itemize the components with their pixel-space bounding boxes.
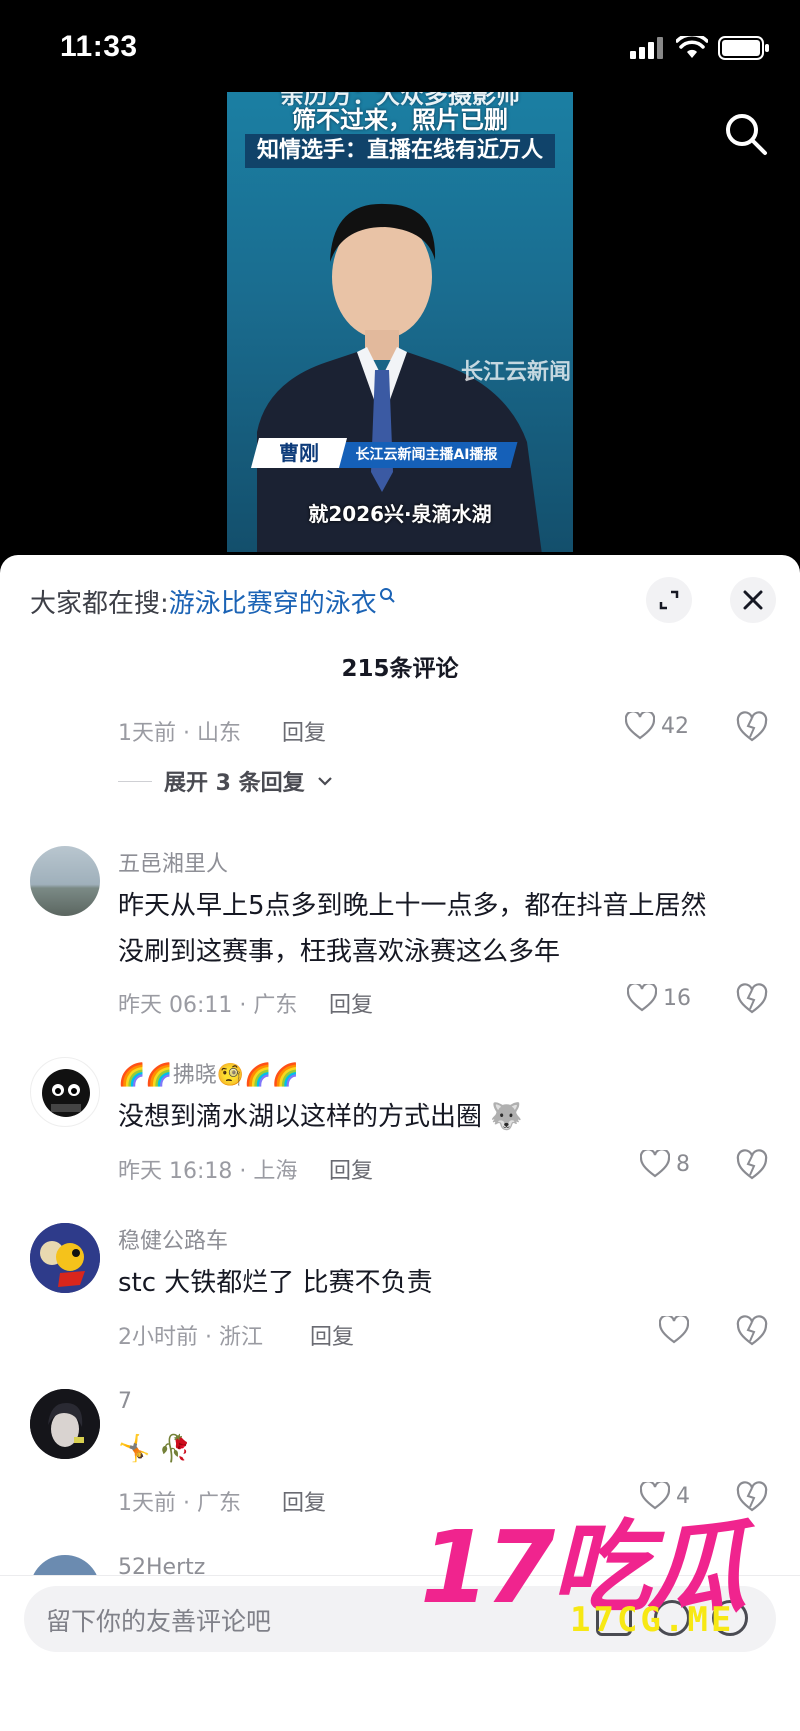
reply-button[interactable]: 回复 (282, 715, 326, 747)
anchor-org-banner: 长江云新闻主播AI播报 (335, 442, 518, 468)
heart-icon (640, 1150, 670, 1178)
status-icons (630, 36, 770, 60)
soot-sprite-avatar-image (42, 1069, 90, 1117)
heart-icon (625, 712, 655, 740)
dislike-icon[interactable] (736, 983, 768, 1015)
comment-username[interactable]: 🌈🌈拂晓🧐🌈🌈 (118, 1057, 299, 1089)
anime-portrait-avatar-image (30, 1389, 100, 1459)
search-small-icon (379, 588, 395, 603)
avatar[interactable] (30, 846, 100, 916)
watermark-sub: 17CG.ME (570, 1600, 735, 1640)
heart-icon (640, 1482, 670, 1510)
like-button[interactable]: 42 (625, 712, 689, 740)
avatar[interactable] (30, 1057, 100, 1127)
cartoon-avatar-image (30, 1223, 100, 1293)
wifi-icon (676, 36, 708, 58)
status-bar: 11:33 (0, 0, 800, 90)
comment-text: 没想到滴水湖以这样的方式出圈 🐺 (118, 1102, 523, 1132)
comment-count: 215条评论 (341, 656, 459, 682)
reply-button[interactable]: 回复 (329, 1153, 373, 1185)
comment-meta: 1天前 · 广东 (118, 1491, 241, 1516)
battery-icon (718, 36, 769, 60)
video-watermark: 长江云新闻 (460, 360, 571, 385)
avatar[interactable] (30, 1223, 100, 1293)
comment-username[interactable]: 7 (118, 1389, 132, 1414)
search-icon[interactable] (722, 110, 770, 158)
video-headline-line-2: 知情选手：直播在线有近万人 (245, 134, 555, 168)
comment-username[interactable]: 五邑湘里人 (118, 846, 228, 878)
anchor-name: 曹刚 (279, 441, 319, 465)
reply-button[interactable]: 回复 (310, 1319, 354, 1351)
site-watermark-logo: 17吃瓜 17CG.ME (420, 1518, 780, 1648)
search-suggestion[interactable]: 大家都在搜:游泳比赛穿的泳衣 (30, 583, 395, 620)
close-icon (743, 590, 763, 610)
dislike-icon[interactable] (736, 1315, 768, 1347)
expand-panel-button[interactable] (646, 577, 692, 623)
like-button[interactable]: 4 (640, 1482, 690, 1510)
suggestion-query[interactable]: 游泳比赛穿的泳衣 (169, 589, 377, 619)
like-count: 4 (676, 1483, 690, 1509)
suggestion-prefix: 大家都在搜: (30, 589, 169, 619)
comment-input-placeholder: 留下你的友善评论吧 (46, 1607, 272, 1636)
like-count: 42 (661, 713, 689, 739)
video-subtitle: 就2026兴·泉滴水湖 (308, 502, 492, 526)
video-headline-line-1: 筛不过来，照片已删 (292, 106, 508, 134)
comment-text: 没刷到这赛事，枉我喜欢泳赛这么多年 (118, 937, 561, 967)
anchor-name-banner: 曹刚 (250, 438, 348, 468)
chevron-down-icon (317, 777, 332, 786)
comment-meta: 2小时前 · 浙江 (118, 1325, 263, 1350)
comment-text: 昨天从早上5点多到晚上十一点多，都在抖音上居然 (118, 891, 707, 921)
like-count: 16 (663, 985, 691, 1011)
video-headline: 亲历方：大众多摄影师 筛不过来，照片已删 (227, 92, 573, 134)
expand-replies-label: 展开 3 条回复 (164, 771, 305, 796)
status-time: 11:33 (60, 30, 138, 63)
like-count: 8 (676, 1151, 690, 1177)
comment-meta: 昨天 06:11 · 广东 (118, 993, 298, 1018)
comment-text: stc 大铁都烂了 比赛不负责 (118, 1268, 433, 1298)
cellular-signal-icon (630, 37, 663, 59)
expand-icon (659, 590, 679, 610)
like-button[interactable]: 8 (640, 1150, 690, 1178)
comment-meta: 昨天 16:18 · 上海 (118, 1159, 298, 1184)
dislike-icon[interactable] (736, 1149, 768, 1181)
comment-text: 🤸 🥀 (118, 1434, 192, 1464)
expand-replies-button[interactable]: 展开 3 条回复 (118, 765, 333, 797)
like-button[interactable]: 16 (627, 984, 691, 1012)
divider (118, 780, 152, 782)
anchor-org: 长江云新闻主播AI播报 (355, 447, 498, 463)
comment-meta: 1天前 · 山东 (118, 721, 241, 746)
avatar[interactable] (30, 1389, 100, 1459)
reply-button[interactable]: 回复 (282, 1485, 326, 1517)
dislike-icon[interactable] (736, 711, 768, 743)
comment-username[interactable]: 稳健公路车 (118, 1223, 228, 1255)
close-panel-button[interactable] (730, 577, 776, 623)
video-player[interactable]: 亲历方：大众多摄影师 筛不过来，照片已删 知情选手：直播在线有近万人 长江云新闻… (227, 92, 573, 552)
video-headline-clipped: 亲历方：大众多摄影师 (280, 92, 520, 106)
like-button[interactable] (659, 1316, 695, 1344)
heart-icon (627, 984, 657, 1012)
reply-button[interactable]: 回复 (329, 987, 373, 1019)
heart-icon (659, 1316, 689, 1344)
